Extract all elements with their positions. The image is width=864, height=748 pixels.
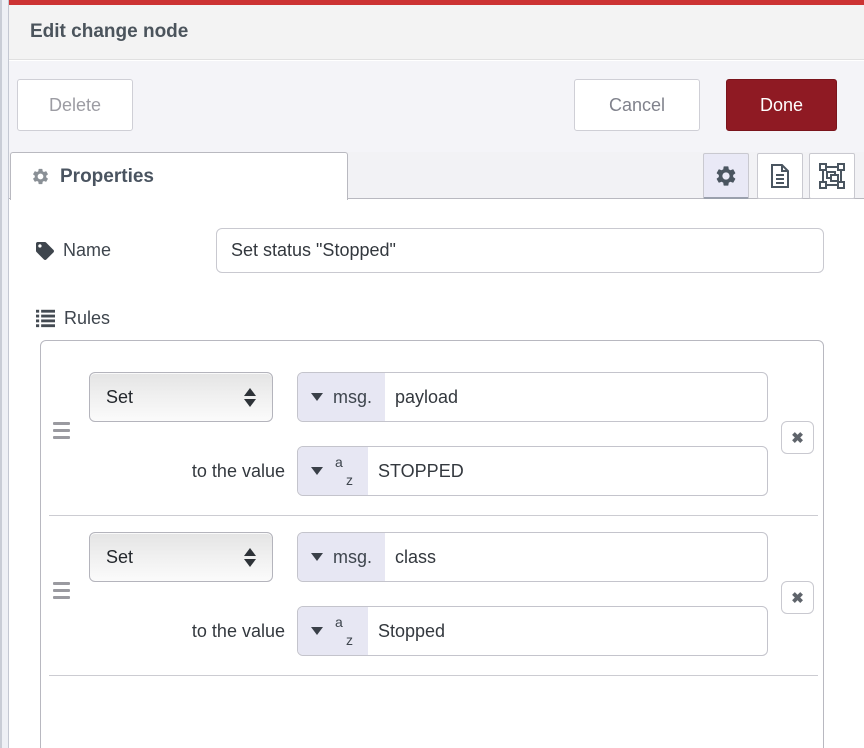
rule-value-input[interactable]: [368, 447, 767, 495]
drag-handle-icon[interactable]: [53, 582, 70, 603]
name-label-text: Name: [63, 240, 111, 261]
dialog-title: Edit change node: [30, 21, 188, 43]
object-group-icon: [819, 163, 845, 189]
document-icon: [769, 163, 791, 189]
remove-rule-button[interactable]: ✖: [781, 581, 814, 614]
select-arrows-icon: [244, 388, 256, 407]
gear-icon: [714, 164, 738, 188]
property-type-button[interactable]: msg.: [298, 533, 385, 581]
rules-section-label: Rules: [36, 300, 110, 336]
rule-property-typed-input: msg.: [297, 372, 768, 422]
rule-row: Set msg. ✖ to the value: [41, 532, 823, 656]
remove-rule-button[interactable]: ✖: [781, 421, 814, 454]
msg-prefix-label: msg.: [333, 387, 372, 408]
value-type-button[interactable]: az: [298, 607, 368, 655]
done-button[interactable]: Done: [726, 79, 837, 131]
rule-divider: [49, 675, 818, 676]
description-section-button[interactable]: [757, 153, 803, 199]
editor-left-edge: [0, 0, 9, 748]
delete-button[interactable]: Delete: [17, 79, 133, 131]
tag-icon: [36, 242, 54, 260]
rules-list: Set msg. ✖ to the value: [40, 340, 824, 748]
dialog-header: Edit change node: [9, 5, 864, 60]
rule-property-input[interactable]: [385, 373, 767, 421]
select-arrows-icon: [244, 548, 256, 567]
rule-divider: [49, 515, 818, 516]
editor-tab-bar: Properties: [9, 152, 864, 199]
string-type-icon: az: [333, 614, 355, 648]
rule-property-input[interactable]: [385, 533, 767, 581]
value-type-button[interactable]: az: [298, 447, 368, 495]
to-the-value-label: to the value: [101, 606, 285, 656]
list-icon: [36, 309, 55, 328]
gear-icon: [31, 167, 50, 186]
rule-value-typed-input: az: [297, 606, 768, 656]
drag-handle-icon[interactable]: [53, 422, 70, 443]
chevron-down-icon: [311, 627, 323, 635]
to-the-value-label: to the value: [101, 446, 285, 496]
string-type-icon: az: [333, 454, 355, 488]
rule-action-select[interactable]: Set: [89, 372, 273, 422]
rule-action-value: Set: [106, 547, 244, 568]
chevron-down-icon: [311, 393, 323, 401]
name-input[interactable]: [216, 228, 824, 273]
rule-action-value: Set: [106, 387, 244, 408]
rule-value-typed-input: az: [297, 446, 768, 496]
rule-value-input[interactable]: [368, 607, 767, 655]
properties-section-button[interactable]: [703, 153, 749, 199]
msg-prefix-label: msg.: [333, 547, 372, 568]
cancel-button[interactable]: Cancel: [574, 79, 700, 131]
rules-label-text: Rules: [64, 308, 110, 329]
tab-properties[interactable]: Properties: [10, 152, 348, 200]
name-field-label: Name: [36, 228, 111, 273]
tab-properties-label: Properties: [60, 166, 154, 188]
property-type-button[interactable]: msg.: [298, 373, 385, 421]
edit-change-node-dialog: Edit change node Delete Cancel Done Prop…: [0, 0, 864, 748]
properties-form: Name Rules Set: [9, 200, 864, 748]
chevron-down-icon: [311, 467, 323, 475]
rule-property-typed-input: msg.: [297, 532, 768, 582]
close-icon: ✖: [791, 429, 804, 447]
close-icon: ✖: [791, 589, 804, 607]
rule-row: Set msg. ✖ to the value: [41, 372, 823, 496]
appearance-section-button[interactable]: [809, 153, 855, 199]
chevron-down-icon: [311, 553, 323, 561]
rule-action-select[interactable]: Set: [89, 532, 273, 582]
dialog-toolbar: Delete Cancel Done: [9, 61, 864, 152]
